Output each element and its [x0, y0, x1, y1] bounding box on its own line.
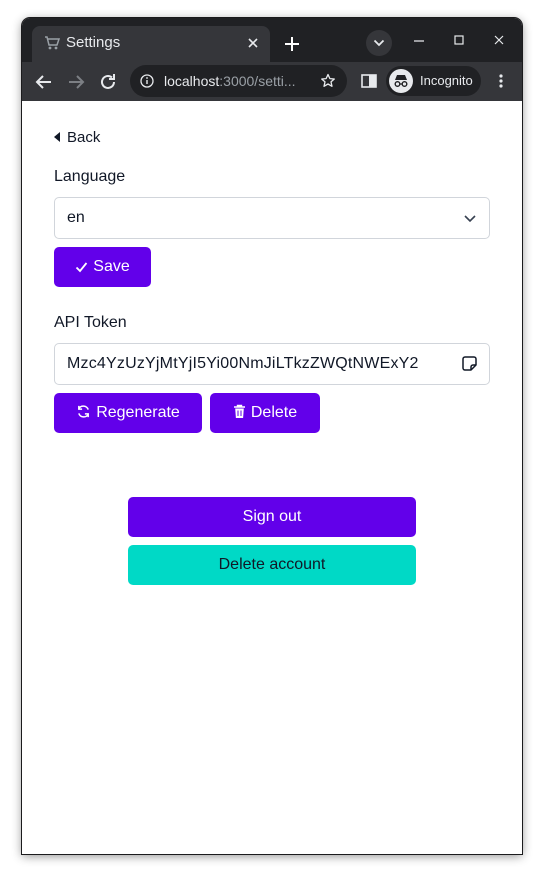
save-button[interactable]: Save [54, 247, 151, 287]
incognito-indicator[interactable]: Incognito [386, 66, 481, 96]
sign-out-button[interactable]: Sign out [128, 497, 416, 537]
cart-icon [45, 36, 60, 50]
regenerate-label: Regenerate [96, 404, 180, 421]
forward-arrow-icon[interactable] [64, 70, 88, 94]
api-token-value: Mzc4YzUzYjMtYjI5Yi00NmJiLTkzZWQtNWExY2 [67, 355, 419, 372]
tab-title: Settings [66, 34, 121, 51]
tab-search-button[interactable] [366, 30, 392, 56]
info-icon[interactable] [140, 74, 154, 88]
trash-icon [233, 404, 245, 418]
close-tab-icon[interactable] [246, 36, 260, 50]
tab-settings[interactable]: Settings [32, 26, 270, 62]
save-label: Save [93, 258, 130, 275]
refresh-icon [78, 405, 90, 418]
incognito-label: Incognito [420, 73, 473, 88]
browser-toolbar: localhost:3000/setti... Incognito [22, 62, 522, 101]
delete-account-button[interactable]: Delete account [128, 545, 416, 585]
chevron-down-icon [464, 215, 476, 223]
check-icon [76, 262, 88, 273]
chevron-down-icon [373, 39, 385, 47]
more-menu-icon[interactable] [492, 72, 510, 90]
back-arrow-icon[interactable] [32, 70, 56, 94]
language-select[interactable]: en [54, 197, 490, 239]
back-link[interactable]: Back [54, 128, 100, 148]
url-text: localhost:3000/setti... [164, 73, 310, 90]
language-select-value: en [67, 209, 85, 226]
browser-window: Settings localhost:3000/setti... Incogni… [22, 18, 522, 854]
copy-icon[interactable] [461, 355, 479, 373]
settings-page: Back Language en Save API Token Mzc4YzUz… [22, 101, 522, 854]
delete-token-label: Delete [250, 404, 298, 421]
reload-icon[interactable] [96, 70, 120, 94]
api-token-field[interactable]: Mzc4YzUzYjMtYjI5Yi00NmJiLTkzZWQtNWExY2 [54, 343, 490, 385]
minimize-icon[interactable] [408, 30, 430, 52]
new-tab-icon[interactable] [278, 30, 306, 58]
regenerate-button[interactable]: Regenerate [54, 393, 202, 433]
star-icon[interactable] [320, 73, 336, 89]
address-bar[interactable]: localhost:3000/setti... [130, 65, 347, 97]
back-label: Back [67, 129, 101, 146]
tab-strip: Settings [22, 18, 522, 62]
caret-left-icon [54, 132, 60, 142]
delete-token-button[interactable]: Delete [210, 393, 320, 433]
incognito-icon [389, 69, 413, 93]
language-label: Language [54, 168, 126, 185]
close-window-icon[interactable] [488, 30, 510, 52]
api-token-label: API Token [54, 314, 127, 331]
url-path: :3000/setti... [219, 73, 296, 89]
maximize-icon[interactable] [448, 30, 470, 52]
url-host: localhost [164, 73, 220, 89]
side-panel-icon[interactable] [360, 72, 378, 90]
